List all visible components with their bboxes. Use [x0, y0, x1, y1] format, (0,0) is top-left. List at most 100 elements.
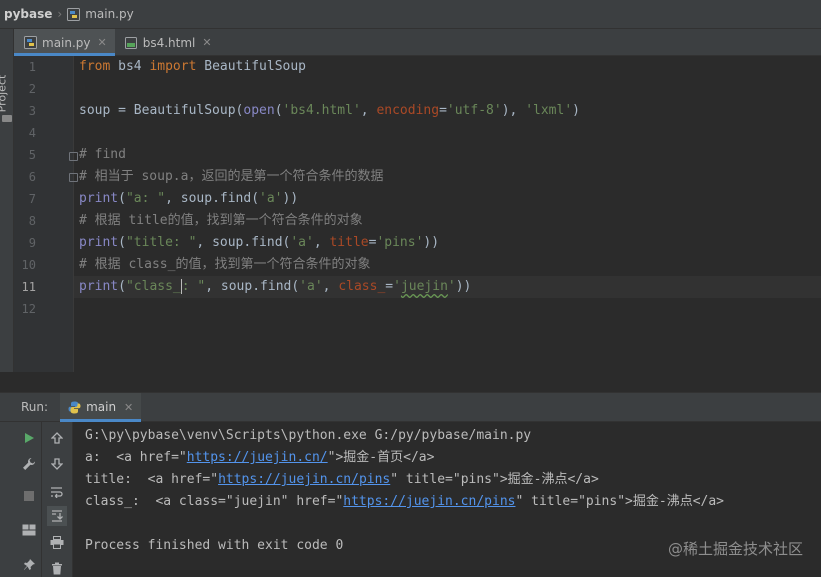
console-command-line: G:\py\pybase\venv\Scripts\python.exe G:/…	[85, 428, 532, 443]
code-text: , soup.find(	[196, 235, 291, 250]
keyword: import	[149, 59, 197, 74]
string-spellcheck: juejin	[400, 279, 448, 294]
code-text: , soup.find(	[165, 191, 260, 206]
watermark: @稀土掘金技术社区	[667, 540, 803, 558]
breadcrumb-file[interactable]: main.py	[67, 7, 134, 21]
stop-icon[interactable]	[19, 486, 39, 506]
console-text: class_: <a class="juejin" href="	[85, 494, 344, 509]
arrow-down-icon[interactable]	[47, 454, 67, 474]
code-text: ,	[360, 103, 377, 118]
console-link[interactable]: https://juejin.cn/pins	[343, 494, 515, 509]
folder-icon	[2, 115, 12, 122]
string: 'a'	[259, 191, 283, 206]
pin-icon[interactable]	[19, 554, 39, 574]
console-output-line: a: <a href="https://juejin.cn/">掘金-首页</a…	[85, 447, 434, 469]
panel-splitter[interactable]	[0, 372, 821, 393]
code-text: (	[274, 103, 283, 118]
run-tab-main[interactable]: main ✕	[60, 392, 142, 422]
code-text: ))	[282, 191, 299, 206]
code-text: ),	[501, 103, 526, 118]
run-toolbar-primary	[0, 422, 42, 577]
string: 'a'	[290, 235, 314, 250]
layout-icon[interactable]	[19, 520, 39, 540]
code-line: soup = BeautifulSoup(open('bs4.html', en…	[79, 100, 580, 122]
code-editor[interactable]: 1 2 3 4 5 6 7 8 9 10 11 12 from bs4 impo…	[14, 56, 821, 372]
line-number: 8	[28, 214, 36, 228]
code-line: print("title: ", soup.find('a', title='p…	[79, 232, 439, 254]
line-number: 9	[28, 236, 36, 250]
close-icon[interactable]: ✕	[98, 36, 107, 49]
html-file-icon	[124, 36, 137, 49]
code-text: =	[385, 279, 394, 294]
string: 'lxml'	[525, 103, 573, 118]
tab-main-py[interactable]: main.py ✕	[14, 29, 115, 56]
close-icon[interactable]: ✕	[124, 401, 133, 414]
tab-bs4-html[interactable]: bs4.html ✕	[115, 29, 220, 56]
breadcrumb-project-label: pybase	[4, 7, 53, 21]
console-text: " title="pins">掘金-沸点</a>	[390, 472, 599, 487]
string: : "	[181, 279, 206, 294]
code-text: ,	[313, 235, 330, 250]
run-label: Run:	[21, 400, 49, 414]
builtin: open	[243, 103, 275, 118]
run-tab-label: main	[86, 400, 117, 414]
soft-wrap-icon[interactable]	[47, 482, 67, 502]
builtin: print	[79, 191, 119, 206]
code-text: (	[118, 191, 126, 206]
project-tool-button[interactable]: Project	[0, 65, 14, 122]
run-panel-header: Run: main ✕	[0, 392, 821, 422]
line-number: 12	[21, 302, 36, 316]
string: 'bs4.html'	[282, 103, 361, 118]
builtin: print	[79, 279, 119, 294]
print-icon[interactable]	[47, 532, 67, 552]
tab-label: main.py	[42, 35, 91, 50]
code-text: ))	[423, 235, 440, 250]
close-icon[interactable]: ✕	[202, 36, 211, 49]
console-output-line: title: <a href="https://juejin.cn/pins" …	[85, 469, 599, 491]
code-text: soup = BeautifulSoup(	[79, 103, 244, 118]
code-text: bs4	[110, 59, 150, 74]
line-number: 7	[28, 192, 36, 206]
fold-marker-icon[interactable]	[69, 152, 78, 161]
string: 'utf-8'	[446, 103, 502, 118]
comment-line: # 相当于 soup.a，返回的是第一个符合条件的数据	[79, 169, 384, 184]
breadcrumb-separator-icon: ›	[57, 7, 63, 21]
string: "a: "	[125, 191, 166, 206]
console-output-line: class_: <a class="juejin" href="https://…	[85, 491, 724, 513]
rerun-icon[interactable]	[19, 428, 39, 448]
code-text: ,	[322, 279, 339, 294]
scroll-to-end-icon[interactable]	[47, 506, 67, 526]
wrench-icon[interactable]	[19, 454, 39, 474]
editor-tab-bar: main.py ✕ bs4.html ✕	[14, 29, 821, 56]
console-link[interactable]: https://juejin.cn/	[187, 450, 328, 465]
string: '	[447, 279, 456, 294]
line-number: 10	[21, 258, 36, 272]
run-toolbar-secondary	[42, 422, 73, 577]
python-icon	[68, 401, 81, 414]
string: "class_	[125, 279, 181, 294]
console-text: ">掘金-首页</a>	[327, 450, 435, 465]
code-line-current: print("class_: ", soup.find('a', class_=…	[79, 276, 471, 298]
comment-line: # 根据 class_的值，找到第一个符合条件的对象	[79, 257, 371, 272]
fold-marker-icon[interactable]	[69, 173, 78, 182]
comment-line: # 根据 title的值，找到第一个符合条件的对象	[79, 213, 363, 228]
console-text: title: <a href="	[85, 472, 219, 487]
trash-icon[interactable]	[47, 558, 67, 577]
string: '	[393, 279, 401, 294]
code-text: , soup.find(	[205, 279, 300, 294]
parameter: title	[329, 235, 369, 250]
line-number: 6	[28, 170, 36, 184]
breadcrumb-project[interactable]: pybase	[4, 7, 52, 21]
keyword: from	[79, 59, 111, 74]
code-text: ))	[455, 279, 472, 294]
string: 'a'	[299, 279, 323, 294]
console-link[interactable]: https://juejin.cn/pins	[218, 472, 390, 487]
python-file-icon	[24, 36, 37, 49]
console-finish-line: Process finished with exit code 0	[85, 538, 344, 553]
arrow-up-icon[interactable]	[47, 428, 67, 448]
python-file-icon	[67, 7, 81, 21]
parameter: encoding	[376, 103, 440, 118]
left-tool-stripe: Project	[0, 29, 14, 393]
tab-label: bs4.html	[142, 35, 196, 50]
string: "title: "	[125, 235, 197, 250]
